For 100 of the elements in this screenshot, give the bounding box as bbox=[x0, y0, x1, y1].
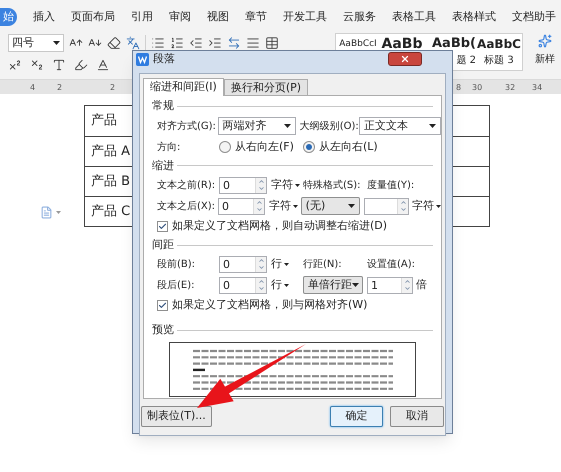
ok-button[interactable]: 确定 bbox=[330, 406, 383, 427]
number-field[interactable] bbox=[364, 198, 410, 215]
radio-button[interactable] bbox=[303, 141, 315, 154]
ribbon-tab[interactable]: 开发工具 bbox=[275, 8, 335, 26]
new-style-label[interactable]: 新样 bbox=[535, 52, 555, 67]
numbered-list-icon[interactable] bbox=[170, 36, 184, 50]
checkbox[interactable] bbox=[157, 220, 168, 232]
pinyin-icon[interactable] bbox=[126, 36, 140, 50]
style-label: 题 2 bbox=[456, 54, 476, 68]
field-label: 行距(N): bbox=[303, 258, 343, 272]
field-label: 度量值(Y): bbox=[367, 178, 414, 193]
dialog-tab[interactable]: 换行和分页(P) bbox=[224, 78, 308, 94]
stepper-icon bbox=[401, 278, 412, 293]
field-label: 对齐方式(G): bbox=[157, 120, 217, 134]
stepper-icon bbox=[255, 278, 266, 293]
field-label: 文本之前(R): bbox=[157, 178, 216, 193]
text-effect-icon[interactable] bbox=[52, 58, 66, 72]
dropdown[interactable]: 两端对齐 bbox=[218, 117, 296, 136]
eraser-icon[interactable] bbox=[107, 36, 121, 50]
number-field[interactable]: 0 bbox=[219, 276, 267, 294]
app-logo-icon bbox=[136, 52, 149, 66]
table-icon[interactable] bbox=[265, 36, 279, 50]
number-field[interactable]: 1 bbox=[367, 276, 413, 294]
caret-icon bbox=[295, 184, 300, 187]
style-sample[interactable]: AaBbCcI bbox=[339, 34, 377, 54]
ribbon-tab[interactable]: 章节 bbox=[237, 8, 275, 26]
caret-icon bbox=[429, 124, 436, 128]
ribbon-tab[interactable]: 页面布局 bbox=[63, 8, 123, 26]
highlighter-icon[interactable] bbox=[74, 58, 88, 72]
ruler-number: 8 bbox=[456, 82, 462, 94]
ribbon-tab[interactable]: 审阅 bbox=[161, 8, 199, 26]
ribbon-tab[interactable]: 表格工具 bbox=[384, 8, 444, 26]
section-heading: 预览 bbox=[152, 322, 174, 338]
ribbon-tab[interactable]: 插入 bbox=[25, 8, 63, 26]
window-title: 段落 bbox=[153, 51, 175, 67]
ruler-number: 2 bbox=[57, 82, 62, 94]
field-label: 文本之后(X): bbox=[157, 200, 216, 214]
unit-menu[interactable]: 行 bbox=[271, 256, 303, 273]
ribbon-tab[interactable]: 引用 bbox=[123, 8, 161, 26]
ribbon-tab[interactable]: 始 bbox=[0, 8, 17, 26]
dropdown[interactable]: 正文文本 bbox=[358, 117, 441, 136]
ruler-number: 32 bbox=[505, 82, 516, 94]
font-size-field[interactable]: 四号 bbox=[8, 34, 64, 52]
caret-icon[interactable] bbox=[56, 211, 61, 214]
checkbox-label: 如果定义了文档网格，则自动调整右缩进(D) bbox=[172, 218, 388, 234]
table-cell-text: 产品 A bbox=[91, 142, 130, 161]
table-cell-text: 产品 bbox=[91, 112, 117, 130]
radio-button[interactable] bbox=[219, 141, 231, 154]
checkbox[interactable] bbox=[157, 300, 168, 311]
number-field[interactable]: 0 bbox=[219, 256, 267, 273]
caret-icon bbox=[348, 204, 355, 208]
close-button[interactable] bbox=[388, 52, 422, 66]
field-label: 特殊格式(S): bbox=[303, 178, 362, 193]
table-cell-text: 产品 C bbox=[91, 202, 130, 221]
caret-icon bbox=[293, 204, 298, 208]
caret-icon bbox=[284, 284, 289, 287]
ribbon-tab[interactable]: 视图 bbox=[199, 8, 237, 26]
outdent-icon[interactable] bbox=[189, 36, 203, 50]
unit-menu[interactable]: 字符 bbox=[271, 177, 303, 194]
ribbon-tab[interactable]: 文档助手 bbox=[504, 8, 561, 26]
spacing-icon[interactable] bbox=[227, 36, 241, 50]
font-color-icon[interactable] bbox=[96, 58, 110, 72]
style-sample[interactable]: AaBb bbox=[382, 34, 422, 54]
field-label: 段后(E): bbox=[157, 278, 196, 293]
subscript-icon[interactable] bbox=[30, 58, 44, 72]
dropdown[interactable]: 单倍行距 bbox=[303, 276, 363, 294]
field-label: 段前(B): bbox=[157, 258, 196, 272]
number-field[interactable]: 0 bbox=[218, 198, 266, 215]
checkbox-label: 如果定义了文档网格，则与网格对齐(W) bbox=[172, 297, 368, 314]
dialog-tab[interactable]: 缩进和间距(I) bbox=[143, 78, 224, 96]
unit-menu[interactable]: 字符 bbox=[412, 198, 442, 214]
stepper-icon bbox=[255, 256, 266, 272]
ruler-number: 2 bbox=[110, 82, 116, 94]
cancel-button[interactable]: 取消 bbox=[390, 406, 444, 427]
unit-menu[interactable]: 字符 bbox=[269, 198, 301, 214]
caret-icon bbox=[284, 124, 291, 128]
ruler-number: 30 bbox=[472, 82, 482, 94]
stepper-icon bbox=[255, 178, 266, 193]
caret-icon bbox=[436, 204, 442, 208]
section-heading: 常规 bbox=[152, 98, 174, 114]
new-style-icon[interactable] bbox=[538, 34, 552, 48]
unit-menu[interactable]: 行 bbox=[271, 276, 303, 294]
tabs-button[interactable]: 制表位(T)... bbox=[141, 406, 212, 427]
caret-icon bbox=[284, 262, 289, 266]
ribbon-tab[interactable]: 表格样式 bbox=[444, 8, 504, 26]
justify-icon[interactable] bbox=[246, 36, 260, 50]
stepper-icon bbox=[253, 198, 264, 214]
style-sample[interactable]: AaBb( bbox=[432, 34, 476, 54]
superscript-icon[interactable] bbox=[8, 58, 22, 72]
dropdown[interactable]: (无) bbox=[300, 197, 360, 216]
number-field[interactable]: 0 bbox=[219, 176, 267, 194]
style-sample[interactable]: AaBbC bbox=[477, 34, 521, 54]
indent-icon[interactable] bbox=[208, 36, 222, 50]
ribbon-tab[interactable]: 云服务 bbox=[335, 8, 384, 26]
unit-menu: 倍 bbox=[416, 276, 427, 294]
radio-label: 从右向左(F) bbox=[235, 138, 294, 155]
field-label: 大纲级别(O): bbox=[300, 120, 359, 134]
stepper-icon bbox=[397, 198, 408, 214]
ruler-number: 34 bbox=[532, 82, 542, 94]
caret-icon bbox=[352, 283, 359, 288]
